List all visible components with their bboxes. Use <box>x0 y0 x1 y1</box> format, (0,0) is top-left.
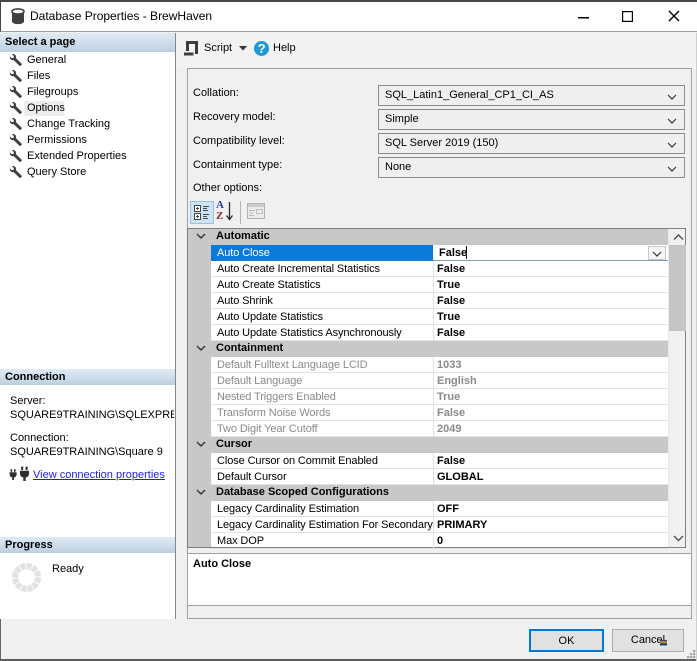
svg-text:?: ? <box>258 41 266 56</box>
